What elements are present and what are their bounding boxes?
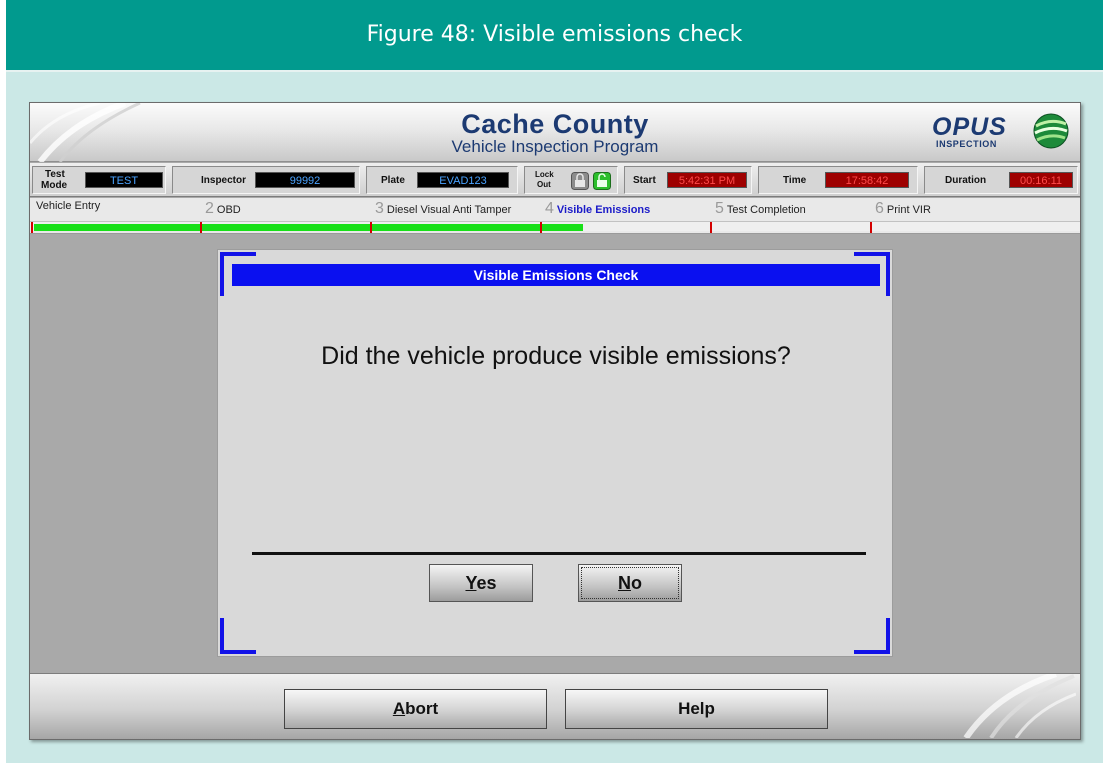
- bottom-bar: Abort Help: [30, 673, 1080, 739]
- step-number: 5: [715, 200, 724, 217]
- progress-fill: [34, 224, 583, 231]
- step-label: Print VIR: [886, 204, 931, 216]
- logo-word: OPUS: [932, 113, 1007, 141]
- test-mode-label-2: Mode: [41, 180, 68, 191]
- step-visible-emissions: 4 Visible Emissions: [545, 200, 650, 218]
- lock-out-cell: Lock Out: [524, 166, 618, 194]
- plate-cell: Plate EVAD123: [366, 166, 518, 194]
- step-label: Test Completion: [726, 204, 806, 216]
- no-label: o: [631, 573, 642, 593]
- inspector-label: Inspector: [201, 175, 247, 186]
- corner-bracket: [854, 252, 890, 256]
- duration-value: 00:16:11: [1009, 172, 1073, 188]
- dialog-title: Visible Emissions Check: [232, 264, 880, 286]
- step-number: 2: [205, 200, 214, 217]
- test-mode-value: TEST: [85, 172, 163, 188]
- step-tick: [200, 222, 202, 233]
- app-subtitle: Vehicle Inspection Program: [451, 137, 659, 156]
- step-tick: [370, 222, 372, 233]
- yes-button[interactable]: Yes: [429, 564, 533, 602]
- help-button[interactable]: Help: [565, 689, 828, 729]
- test-mode-label: Test: [45, 169, 65, 180]
- corner-bracket: [854, 650, 890, 654]
- test-mode-cell: Test Mode TEST: [32, 166, 166, 194]
- globe-icon: [1033, 113, 1069, 149]
- progress-steps: Vehicle Entry 2 OBD 3 Diesel Visual Anti T…: [30, 198, 1080, 234]
- inspector-value: 99992: [255, 172, 355, 188]
- step-tick: [540, 222, 542, 233]
- step-label: Diesel Visual Anti Tamper: [386, 204, 512, 216]
- corner-bracket: [220, 252, 256, 256]
- duration-cell: Duration 00:16:11: [924, 166, 1078, 194]
- step-tick: [870, 222, 872, 233]
- help-label: Help: [678, 699, 715, 718]
- step-label: Vehicle Entry: [36, 200, 101, 212]
- app-header: Cache County Vehicle Inspection Program …: [30, 103, 1080, 162]
- visible-emissions-dialog: Visible Emissions Check Did the vehicle …: [217, 249, 893, 657]
- abort-mnemonic: A: [392, 699, 406, 718]
- corner-bracket: [220, 252, 224, 296]
- divider: [252, 552, 866, 555]
- lock-icon[interactable]: [571, 172, 589, 190]
- app-window: Cache County Vehicle Inspection Program …: [29, 102, 1081, 740]
- step-obd: 2 OBD: [205, 200, 241, 218]
- step-number: 6: [875, 200, 884, 217]
- abort-button[interactable]: Abort: [284, 689, 547, 729]
- logo-subtitle: INSPECTION: [936, 139, 998, 149]
- progress-track: [30, 221, 1080, 233]
- opus-logo: OPUS INSPECTION: [932, 113, 1072, 157]
- step-vehicle-entry: Vehicle Entry: [36, 200, 100, 212]
- no-mnemonic: N: [618, 573, 631, 593]
- swirl-decoration-icon: [963, 674, 1076, 738]
- start-label: Start: [633, 175, 656, 186]
- corner-bracket: [886, 618, 890, 654]
- dialog-question: Did the vehicle produce visible emission…: [321, 342, 791, 370]
- step-tick: [31, 222, 33, 233]
- time-label: Time: [783, 175, 807, 186]
- step-tick: [710, 222, 712, 233]
- step-diesel-visual: 3 Diesel Visual Anti Tamper: [375, 200, 511, 218]
- step-number: 3: [375, 200, 384, 217]
- step-label: OBD: [216, 204, 241, 216]
- start-cell: Start 5:42:31 PM: [624, 166, 752, 194]
- corner-bracket: [220, 618, 224, 654]
- no-button[interactable]: No: [578, 564, 682, 602]
- yes-mnemonic: Y: [465, 573, 477, 593]
- plate-value: EVAD123: [417, 172, 509, 188]
- abort-label: bort: [405, 699, 439, 718]
- step-test-completion: 5 Test Completion: [715, 200, 806, 218]
- corner-bracket: [886, 252, 890, 296]
- unlock-icon[interactable]: [593, 172, 611, 190]
- duration-label: Duration: [945, 175, 987, 186]
- inspector-cell: Inspector 99992: [172, 166, 360, 194]
- corner-bracket: [220, 650, 256, 654]
- step-number: 4: [545, 200, 554, 217]
- status-bar: Test Mode TEST Inspector 99992 Plate EVA…: [30, 163, 1080, 197]
- yes-label: es: [476, 573, 497, 593]
- step-print-vir: 6 Print VIR: [875, 200, 931, 218]
- start-value: 5:42:31 PM: [667, 172, 747, 188]
- step-label: Visible Emissions: [556, 204, 651, 216]
- time-value: 17:58:42: [825, 172, 909, 188]
- app-title: Cache County: [461, 109, 649, 139]
- plate-label: Plate: [381, 175, 405, 186]
- lock-out-label-2: Out: [537, 180, 551, 189]
- figure-caption: Figure 48: Visible emissions check: [6, 0, 1103, 70]
- time-cell: Time 17:58:42: [758, 166, 918, 194]
